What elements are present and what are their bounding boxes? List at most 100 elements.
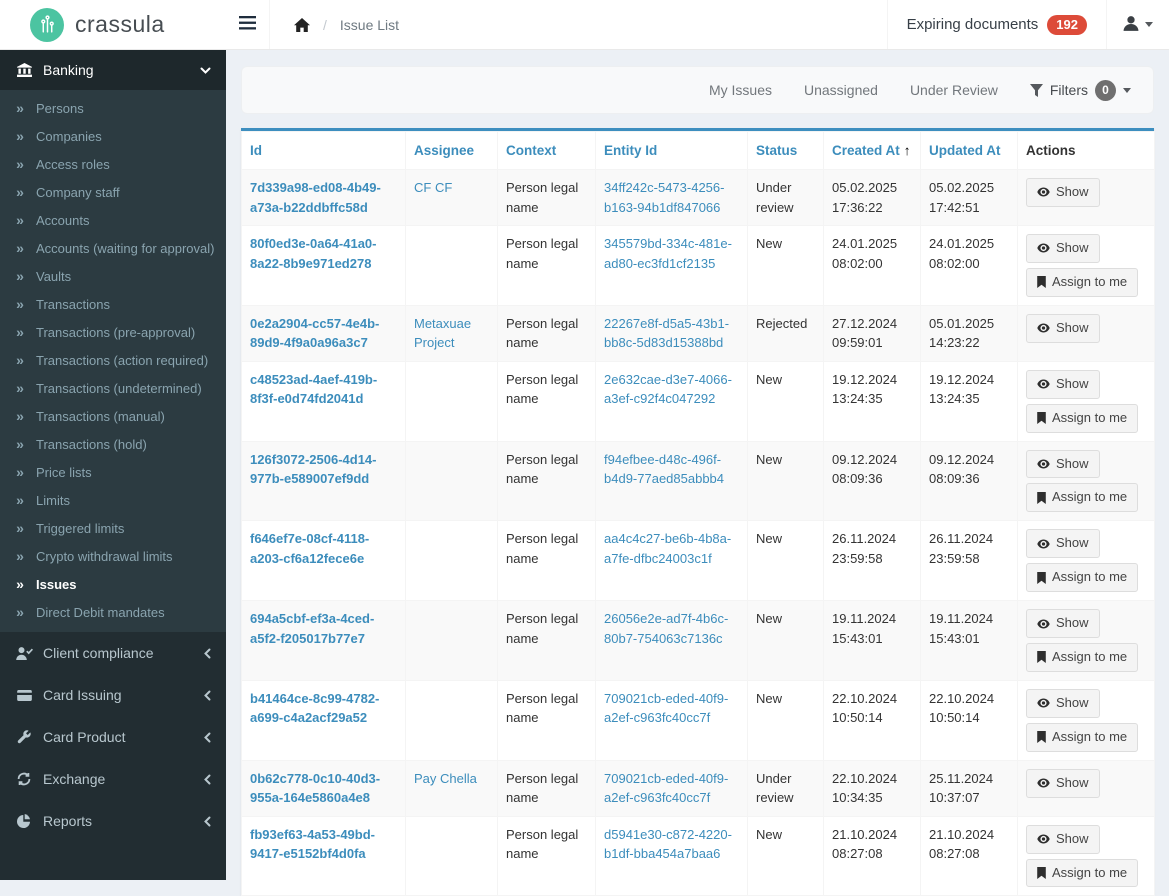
sidebar-item-company-staff[interactable]: »Company staff [0, 178, 226, 206]
sort-status-link[interactable]: Status [756, 143, 797, 158]
expiring-documents-link[interactable]: Expiring documents 192 [887, 0, 1107, 49]
sidebar-item-limits[interactable]: »Limits [0, 486, 226, 514]
issues-panel: Id Assignee Context Entity Id Status Cre… [241, 128, 1154, 896]
eye-icon [1037, 539, 1050, 549]
sidebar-item-direct-debit-mandates[interactable]: »Direct Debit mandates [0, 598, 226, 626]
angle-double-right-icon: » [12, 492, 28, 508]
assign-to-me-button[interactable]: Assign to me [1026, 483, 1138, 512]
show-button[interactable]: Show [1026, 178, 1100, 207]
issue-id-link[interactable]: 126f3072-2506-4d14-977b-e589007ef9dd [250, 452, 376, 487]
assignee-link[interactable]: Pay Chella [414, 771, 477, 786]
entity-id-link[interactable]: 22267e8f-d5a5-43b1-bb8c-5d83d15388bd [604, 316, 729, 351]
sidebar-section-card-product[interactable]: Card Product [0, 716, 226, 758]
entity-id-link[interactable]: 26056e2e-ad7f-4b6c-80b7-754063c7136c [604, 611, 728, 646]
sidebar-item-transactions-manual[interactable]: »Transactions (manual) [0, 402, 226, 430]
actions-cell: Show [1018, 170, 1155, 226]
bank-icon [15, 63, 33, 77]
entity-id-link[interactable]: 709021cb-eded-40f9-a2ef-c963fc40cc7f [604, 771, 728, 806]
assign-to-me-button[interactable]: Assign to me [1026, 268, 1138, 297]
actions-cell: Show Assign to me [1018, 361, 1155, 441]
sort-id-link[interactable]: Id [250, 143, 262, 158]
issue-id-link[interactable]: 694a5cbf-ef3a-4ced-a5f2-f205017b77e7 [250, 611, 374, 646]
sort-updated-at-link[interactable]: Updated At [929, 143, 1001, 158]
assign-to-me-button[interactable]: Assign to me [1026, 404, 1138, 433]
sidebar-toggle-button[interactable] [226, 0, 270, 49]
show-button[interactable]: Show [1026, 234, 1100, 263]
assign-to-me-button[interactable]: Assign to me [1026, 563, 1138, 592]
created-at-cell: 26.11.2024 23:59:58 [824, 521, 921, 601]
sidebar-section-exchange[interactable]: Exchange [0, 758, 226, 800]
user-menu-button[interactable] [1107, 0, 1169, 49]
tab-under-review[interactable]: Under Review [910, 82, 998, 98]
entity-id-link[interactable]: aa4c4c27-be6b-4b8a-a7fe-dfbc24003c1f [604, 531, 731, 566]
issue-id-link[interactable]: fb93ef63-4a53-49bd-9417-e5152bf4d0fa [250, 827, 375, 862]
sidebar-item-vaults[interactable]: »Vaults [0, 262, 226, 290]
brand[interactable]: crassula [0, 0, 226, 49]
issue-id-link[interactable]: c48523ad-4aef-419b-8f3f-e0d74fd2041d [250, 372, 377, 407]
assign-to-me-button[interactable]: Assign to me [1026, 859, 1138, 888]
updated-at-cell: 05.01.2025 14:23:22 [921, 305, 1018, 361]
entity-id-link[interactable]: 345579bd-334c-481e-ad80-ec3fd1cf2135 [604, 236, 732, 271]
sidebar-item-access-roles[interactable]: »Access roles [0, 150, 226, 178]
sidebar-item-accounts[interactable]: »Accounts [0, 206, 226, 234]
sidebar-item-transactions-action-required[interactable]: »Transactions (action required) [0, 346, 226, 374]
status-cell: New [748, 361, 824, 441]
sort-entity-id-link[interactable]: Entity Id [604, 143, 657, 158]
sidebar-section-card-issuing[interactable]: Card Issuing [0, 674, 226, 716]
sidebar-item-persons[interactable]: »Persons [0, 94, 226, 122]
sidebar-section-client-compliance[interactable]: Client compliance [0, 632, 226, 674]
sort-context-link[interactable]: Context [506, 143, 556, 158]
sort-assignee-link[interactable]: Assignee [414, 143, 474, 158]
show-button[interactable]: Show [1026, 450, 1100, 479]
updated-at-cell: 19.11.2024 15:43:01 [921, 601, 1018, 681]
show-button[interactable]: Show [1026, 825, 1100, 854]
sidebar-item-transactions-pre-approval[interactable]: »Transactions (pre-approval) [0, 318, 226, 346]
table-row: 80f0ed3e-0a64-41a0-8a22-8b9e971ed278Pers… [242, 226, 1155, 306]
column-header-assignee: Assignee [406, 132, 498, 170]
entity-id-link[interactable]: d5941e30-c872-4220-b1df-bba454a7baa6 [604, 827, 732, 862]
issue-id-link[interactable]: b41464ce-8c99-4782-a699-c4a2acf29a52 [250, 691, 379, 726]
sidebar-item-transactions-hold[interactable]: »Transactions (hold) [0, 430, 226, 458]
sidebar-item-companies[interactable]: »Companies [0, 122, 226, 150]
table-row: 0e2a2904-cc57-4e4b-89d9-4f9a0a96a3c7 Meta… [242, 305, 1155, 361]
show-button[interactable]: Show [1026, 689, 1100, 718]
issue-id-link[interactable]: 80f0ed3e-0a64-41a0-8a22-8b9e971ed278 [250, 236, 376, 271]
show-button[interactable]: Show [1026, 769, 1100, 798]
entity-id-link[interactable]: 709021cb-eded-40f9-a2ef-c963fc40cc7f [604, 691, 728, 726]
table-row: c48523ad-4aef-419b-8f3f-e0d74fd2041dPers… [242, 361, 1155, 441]
show-button[interactable]: Show [1026, 609, 1100, 638]
issue-id-link[interactable]: 7d339a98-ed08-4b49-a73a-b22ddbffc58d [250, 180, 381, 215]
sidebar-section-banking[interactable]: Banking [0, 50, 226, 90]
sidebar-item-transactions[interactable]: »Transactions [0, 290, 226, 318]
sidebar-item-price-lists[interactable]: »Price lists [0, 458, 226, 486]
filters-dropdown[interactable]: Filters 0 [1030, 80, 1131, 101]
show-button[interactable]: Show [1026, 370, 1100, 399]
angle-double-right-icon: » [12, 548, 28, 564]
assign-to-me-button[interactable]: Assign to me [1026, 723, 1138, 752]
entity-id-link[interactable]: f94efbee-d48c-496f-b4d9-77aed85abbb4 [604, 452, 724, 487]
sidebar-item-accounts-waiting-for-approval[interactable]: »Accounts (waiting for approval) [0, 234, 226, 262]
issue-id-link[interactable]: f646ef7e-08cf-4118-a203-cf6a12fece6e [250, 531, 369, 566]
show-button[interactable]: Show [1026, 314, 1100, 343]
bookmark-icon [1037, 276, 1046, 288]
table-row: 0b62c778-0c10-40d3-955a-164e5860a4e8 Pay … [242, 760, 1155, 816]
sidebar-item-issues[interactable]: »Issues [0, 570, 226, 598]
show-button[interactable]: Show [1026, 529, 1100, 558]
assignee-link[interactable]: Metaxuae Project [414, 316, 471, 351]
assign-to-me-button[interactable]: Assign to me [1026, 643, 1138, 672]
assignee-link[interactable]: CF CF [414, 180, 452, 195]
sidebar-section-reports[interactable]: Reports [0, 800, 226, 842]
home-icon[interactable] [294, 18, 310, 32]
issue-id-link[interactable]: 0b62c778-0c10-40d3-955a-164e5860a4e8 [250, 771, 380, 806]
sort-created-at-link[interactable]: Created At [832, 143, 900, 158]
expiring-documents-label: Expiring documents [907, 16, 1039, 33]
sidebar-item-crypto-withdrawal-limits[interactable]: »Crypto withdrawal limits [0, 542, 226, 570]
entity-id-link[interactable]: 2e632cae-d3e7-4066-a3ef-c92f4c047292 [604, 372, 732, 407]
tab-unassigned[interactable]: Unassigned [804, 82, 878, 98]
sidebar-item-triggered-limits[interactable]: »Triggered limits [0, 514, 226, 542]
tab-my-issues[interactable]: My Issues [709, 82, 772, 98]
sidebar-item-transactions-undetermined[interactable]: »Transactions (undetermined) [0, 374, 226, 402]
entity-id-link[interactable]: 34ff242c-5473-4256-b163-94b1df847066 [604, 180, 724, 215]
column-header-status: Status [748, 132, 824, 170]
issue-id-link[interactable]: 0e2a2904-cc57-4e4b-89d9-4f9a0a96a3c7 [250, 316, 379, 351]
